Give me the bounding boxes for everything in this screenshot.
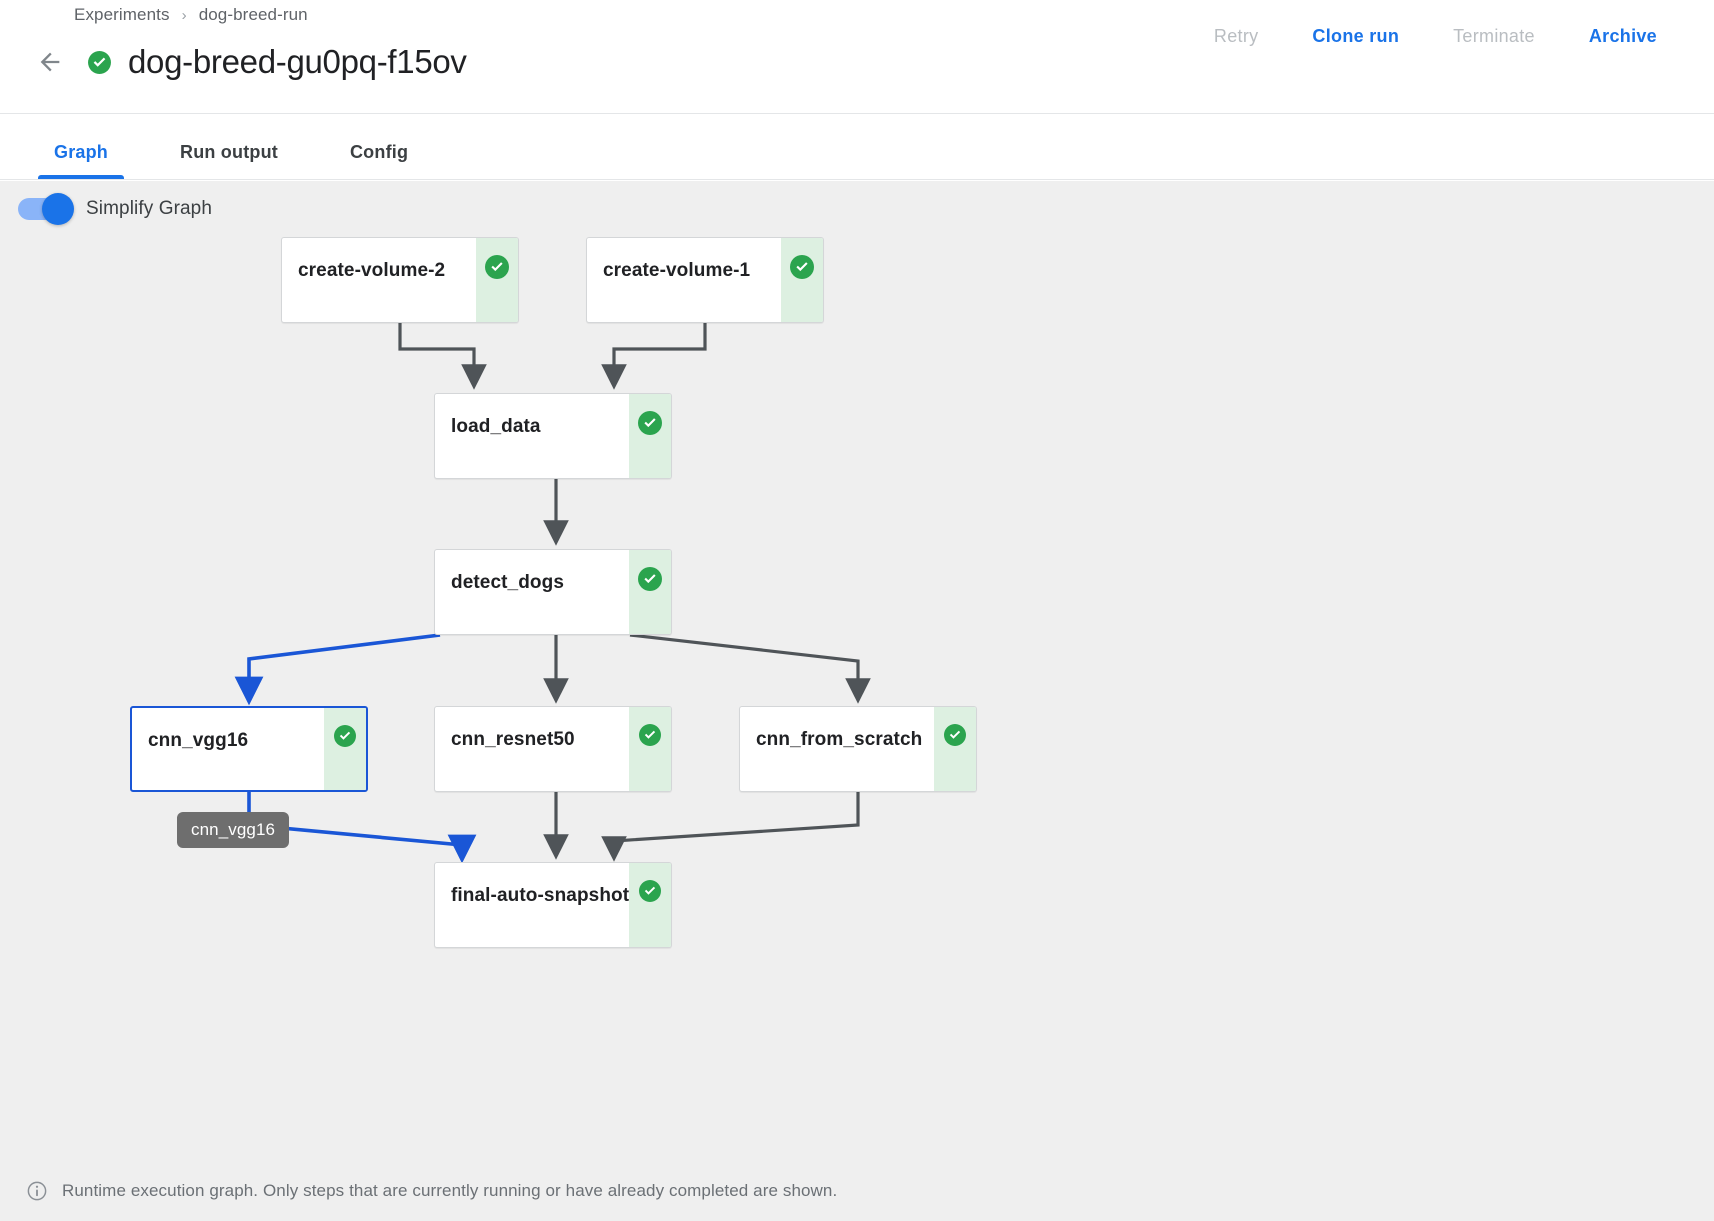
check-circle-icon [639, 880, 661, 902]
graph-node-cnn-vgg16[interactable]: cnn_vgg16 [130, 706, 368, 792]
check-circle-icon [638, 567, 662, 591]
graph-node-create-volume-2[interactable]: create-volume-2 [281, 237, 519, 323]
breadcrumb: Experiments › dog-breed-run [74, 5, 308, 25]
header-actions: Retry Clone run Terminate Archive [1187, 20, 1684, 53]
breadcrumb-separator-icon: › [181, 6, 187, 24]
graph-canvas: Simplify Graph create-volume-2 create-vo… [0, 181, 1714, 1221]
back-arrow-icon[interactable] [30, 42, 70, 82]
clone-run-button[interactable]: Clone run [1285, 20, 1426, 53]
page-header: Experiments › dog-breed-run dog-breed-gu… [0, 0, 1714, 114]
graph-footer: Runtime execution graph. Only steps that… [0, 1161, 1714, 1221]
node-status-strip [629, 863, 671, 947]
node-label: cnn_from_scratch [756, 729, 923, 750]
graph-node-create-volume-1[interactable]: create-volume-1 [586, 237, 824, 323]
graph-node-detect-dogs[interactable]: detect_dogs [434, 549, 672, 635]
archive-button[interactable]: Archive [1562, 20, 1684, 53]
check-circle-icon [485, 255, 509, 279]
node-status-strip [629, 707, 671, 791]
tab-config[interactable]: Config [334, 142, 424, 179]
node-label: load_data [451, 416, 541, 437]
node-label: cnn_vgg16 [148, 730, 249, 751]
graph-edges [234, 323, 871, 864]
graph-node-cnn-from-scratch[interactable]: cnn_from_scratch [739, 706, 977, 792]
node-status-strip [934, 707, 976, 791]
node-status-strip [324, 708, 366, 790]
info-icon [27, 1181, 47, 1201]
page-title: dog-breed-gu0pq-f15ov [128, 43, 467, 80]
tab-run-output[interactable]: Run output [164, 142, 294, 179]
tab-graph[interactable]: Graph [38, 142, 125, 179]
graph-layer: create-volume-2 create-volume-1 load_dat… [0, 181, 1714, 1221]
node-label: cnn_resnet50 [451, 729, 575, 750]
breadcrumb-root[interactable]: Experiments [74, 5, 170, 25]
node-label: create-volume-2 [298, 260, 446, 281]
retry-button[interactable]: Retry [1187, 20, 1286, 53]
check-circle-icon [334, 725, 356, 747]
node-tooltip: cnn_vgg16 [177, 812, 290, 848]
node-status-strip [629, 394, 671, 478]
node-status-strip [781, 238, 823, 322]
graph-node-cnn-resnet50[interactable]: cnn_resnet50 [434, 706, 672, 792]
run-status-icon [87, 50, 112, 75]
footer-text: Runtime execution graph. Only steps that… [62, 1181, 838, 1200]
breadcrumb-current[interactable]: dog-breed-run [199, 5, 308, 25]
check-circle-icon [638, 411, 662, 435]
check-circle-icon [944, 724, 966, 746]
check-circle-icon [639, 724, 661, 746]
check-circle-icon [790, 255, 814, 279]
node-label: detect_dogs [451, 572, 565, 593]
node-label: final-auto-snapshot [451, 885, 630, 906]
tab-bar: Graph Run output Config [0, 114, 1714, 180]
terminate-button[interactable]: Terminate [1426, 20, 1562, 53]
title-row: dog-breed-gu0pq-f15ov [30, 42, 467, 82]
node-status-strip [476, 238, 518, 322]
node-label: create-volume-1 [603, 260, 751, 281]
graph-node-load-data[interactable]: load_data [434, 393, 672, 479]
node-status-strip [629, 550, 671, 634]
graph-node-final-auto-snapshot[interactable]: final-auto-snapshot [434, 862, 672, 948]
